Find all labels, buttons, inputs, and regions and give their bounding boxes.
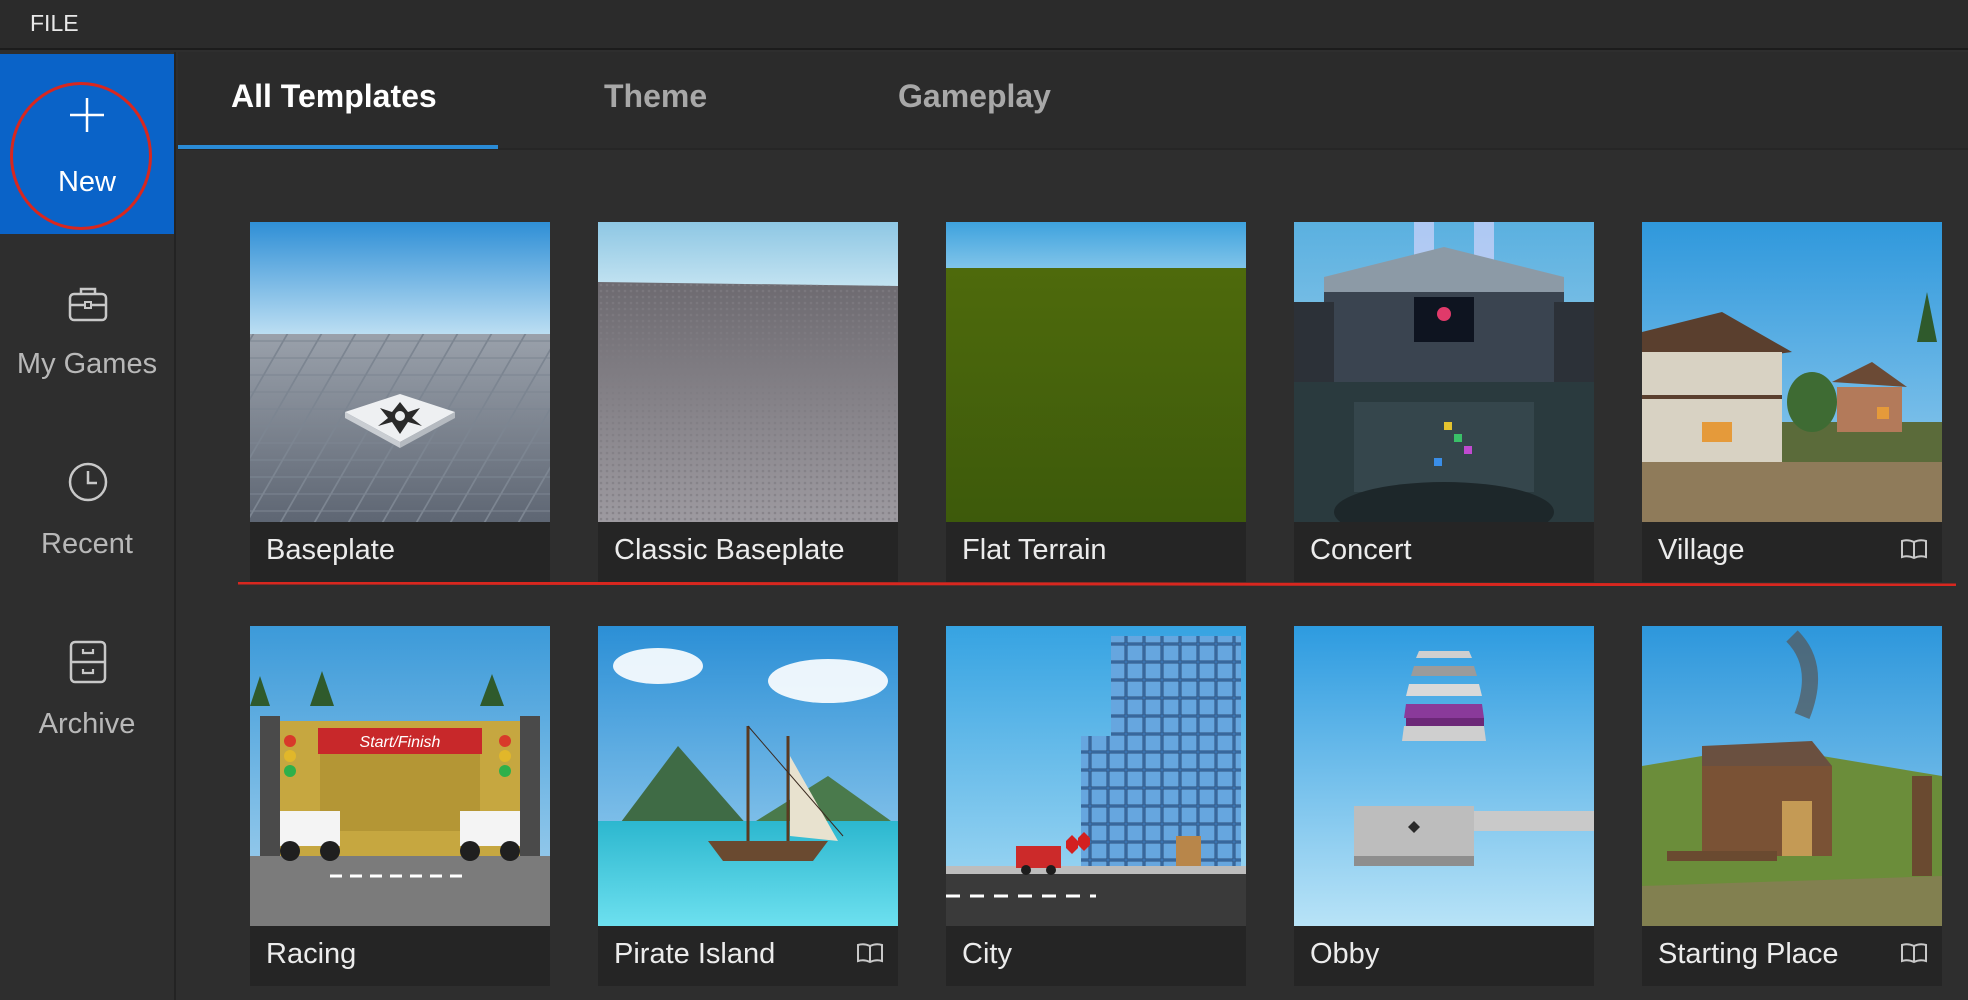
file-menu[interactable]: FILE xyxy=(30,10,79,37)
template-card-baseplate[interactable]: Baseplate xyxy=(250,222,550,582)
menu-bar: FILE xyxy=(0,0,1968,50)
template-title: Baseplate xyxy=(266,534,395,566)
sidebar-item-recent[interactable]: Recent xyxy=(0,452,174,632)
clock-icon xyxy=(68,462,108,502)
template-card-racing[interactable]: Start/Finish Racing xyxy=(250,626,550,986)
template-card-starting-place[interactable]: Starting Place xyxy=(1642,626,1942,986)
tab-theme[interactable]: Theme xyxy=(604,78,707,115)
village-thumbnail xyxy=(1642,222,1942,522)
template-card-city[interactable]: City xyxy=(946,626,1246,986)
sidebar-item-label: My Games xyxy=(16,348,158,380)
template-title: Concert xyxy=(1310,534,1412,566)
baseplate-thumbnail xyxy=(250,222,550,522)
template-title: Village xyxy=(1658,534,1745,566)
sidebar: New My Games Recent Archive xyxy=(0,52,176,1000)
template-grid: Baseplate Classic Baseplate Flat Terrain xyxy=(178,150,1968,1000)
template-card-concert[interactable]: Concert xyxy=(1294,222,1594,582)
obby-thumbnail xyxy=(1294,626,1594,926)
archive-icon xyxy=(69,640,107,684)
tab-gameplay[interactable]: Gameplay xyxy=(898,78,1051,115)
sidebar-item-my-games[interactable]: My Games xyxy=(0,274,174,454)
racing-thumbnail: Start/Finish xyxy=(250,626,550,926)
pirate-island-thumbnail xyxy=(598,626,898,926)
template-card-obby[interactable]: Obby xyxy=(1294,626,1594,986)
template-card-classic-baseplate[interactable]: Classic Baseplate xyxy=(598,222,898,582)
active-tab-indicator xyxy=(178,145,498,149)
briefcase-icon xyxy=(68,287,108,322)
template-title: Pirate Island xyxy=(614,938,776,970)
book-icon[interactable] xyxy=(1900,942,1928,964)
template-tabs: All Templates Theme Gameplay xyxy=(178,52,1968,150)
flat-terrain-thumbnail xyxy=(946,222,1246,522)
template-card-village[interactable]: Village xyxy=(1642,222,1942,582)
city-thumbnail xyxy=(946,626,1246,926)
template-card-pirate-island[interactable]: Pirate Island xyxy=(598,626,898,986)
racing-banner-text: Start/Finish xyxy=(360,734,441,751)
book-icon[interactable] xyxy=(856,942,884,964)
starting-place-thumbnail xyxy=(1642,626,1942,926)
template-title: Classic Baseplate xyxy=(614,534,845,566)
template-title: Starting Place xyxy=(1658,938,1839,970)
template-title: Obby xyxy=(1310,938,1380,970)
tab-all-templates[interactable]: All Templates xyxy=(231,78,437,115)
concert-thumbnail xyxy=(1294,222,1594,522)
sidebar-item-label: Recent xyxy=(41,528,133,560)
sidebar-item-label: Archive xyxy=(38,708,136,740)
template-card-flat-terrain[interactable]: Flat Terrain xyxy=(946,222,1246,582)
highlight-circle xyxy=(10,82,152,230)
classic-baseplate-thumbnail xyxy=(598,222,898,522)
template-title: Flat Terrain xyxy=(962,534,1107,566)
sidebar-item-archive[interactable]: Archive xyxy=(0,632,174,812)
sidebar-item-new[interactable]: New xyxy=(0,54,174,234)
template-title: Racing xyxy=(266,938,357,970)
book-icon[interactable] xyxy=(1900,538,1928,560)
template-title: City xyxy=(962,938,1012,970)
annotation-line xyxy=(238,582,1956,586)
